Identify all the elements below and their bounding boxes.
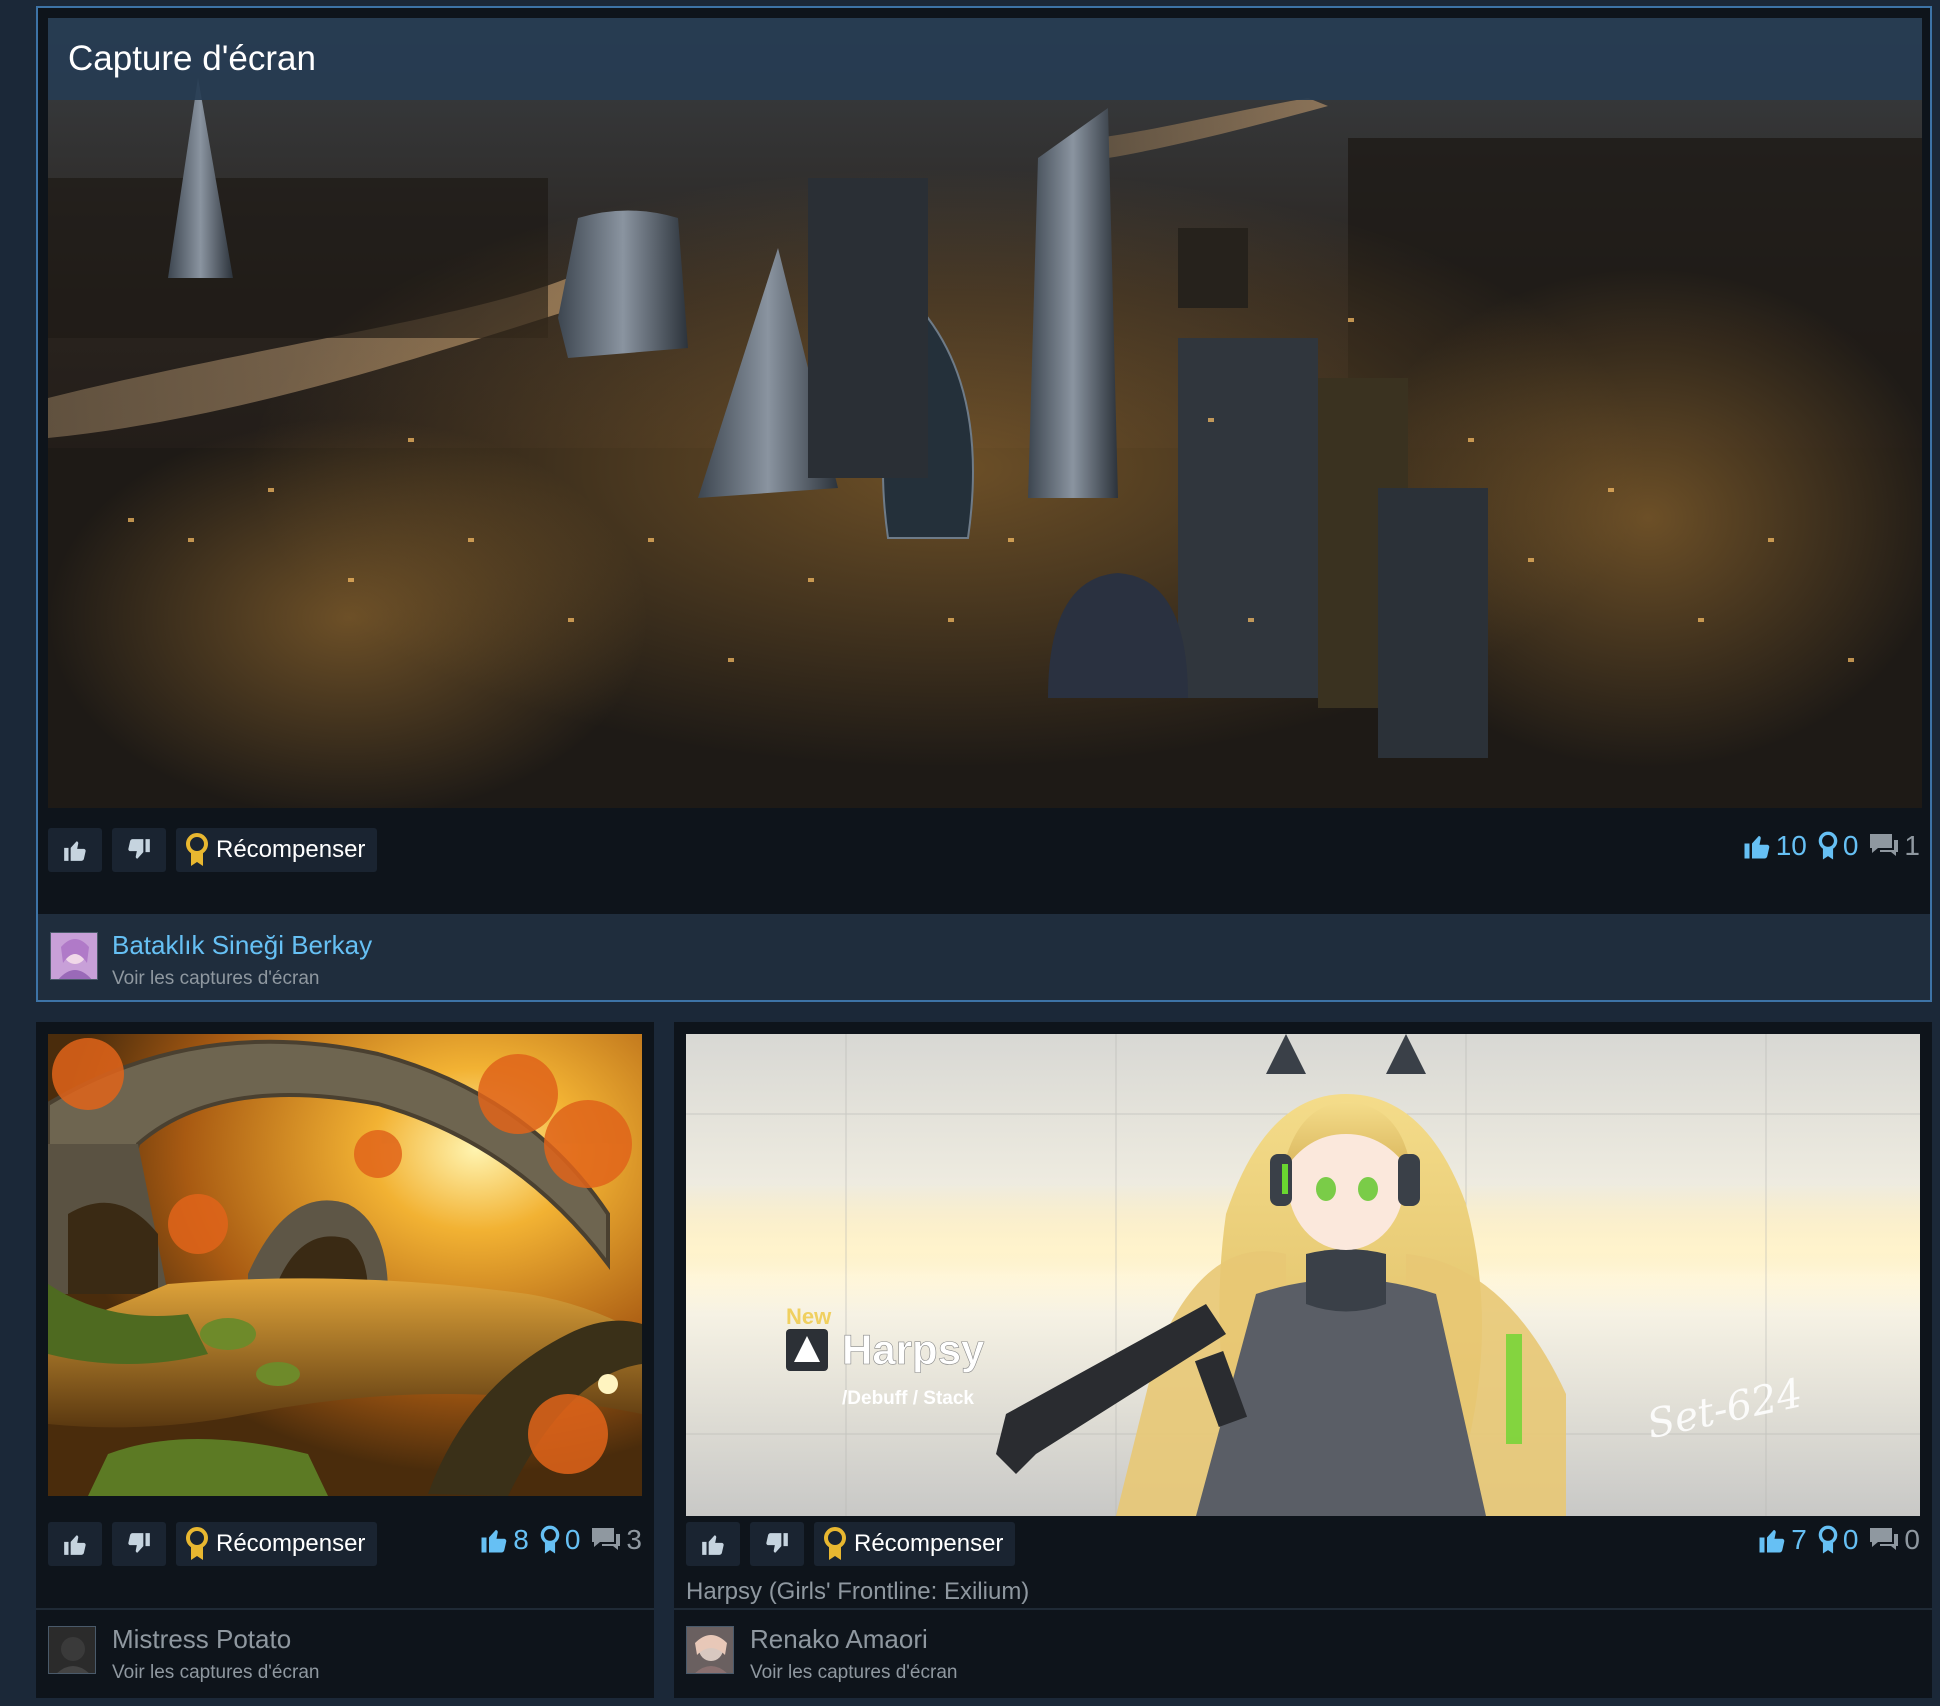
featured-actions: Récompenser [48, 828, 387, 872]
avatar[interactable] [686, 1626, 734, 1674]
featured-stats: 10 0 1 [1742, 830, 1920, 862]
award-icon [1818, 1525, 1838, 1554]
award-button[interactable]: Récompenser [176, 828, 378, 872]
comments-count: 0 [1904, 1524, 1920, 1555]
harpsy-new-badge: New [786, 1304, 832, 1329]
screenshot-image-autumn[interactable] [48, 1034, 642, 1496]
comments-count: 3 [626, 1524, 642, 1555]
autumn-stats: 8 0 3 [479, 1524, 642, 1556]
awards-count: 0 [1842, 1524, 1859, 1555]
thumbs-up-icon [1759, 1530, 1785, 1553]
thumbs-down-icon [128, 1533, 150, 1553]
thumbs-down-icon [766, 1533, 788, 1553]
view-screenshots-link[interactable]: Voir les captures d'écran [750, 1662, 957, 1684]
vote-up-button[interactable] [686, 1522, 740, 1566]
comment-icon [592, 1528, 621, 1550]
likes-count: 8 [513, 1524, 529, 1555]
awards-count: 0 [564, 1524, 581, 1555]
divider [674, 1608, 1932, 1610]
award-label: Récompenser [216, 1530, 366, 1557]
card-title: Capture d'écran [48, 18, 1922, 100]
harpsy-actions: Récompenser [686, 1522, 1025, 1566]
awards-count: 0 [1842, 830, 1859, 861]
thumbs-up-icon [1744, 836, 1770, 859]
screenshot-image-harpsy[interactable]: New Harpsy /Debuff / Stack Set-624 [686, 1034, 1920, 1516]
vote-down-button[interactable] [112, 828, 166, 872]
avatar[interactable] [48, 1626, 96, 1674]
vote-down-button[interactable] [750, 1522, 804, 1566]
award-button[interactable]: Récompenser [814, 1522, 1016, 1566]
autumn-actions: Récompenser [48, 1522, 387, 1566]
award-icon [186, 833, 208, 866]
author-name-link[interactable]: Bataklık Sineği Berkay [112, 930, 372, 961]
comment-icon [1870, 834, 1899, 856]
award-label: Récompenser [854, 1530, 1004, 1557]
vote-down-button[interactable] [112, 1522, 166, 1566]
award-button[interactable]: Récompenser [176, 1522, 378, 1566]
award-icon [186, 1527, 208, 1560]
author-name-link[interactable]: Mistress Potato [112, 1624, 291, 1655]
thumbs-up-icon [64, 841, 86, 861]
divider [36, 1608, 654, 1610]
view-screenshots-link[interactable]: Voir les captures d'écran [112, 1662, 319, 1684]
thumbs-up-icon [481, 1530, 507, 1553]
comments-count: 1 [1904, 830, 1920, 861]
author-name-link[interactable]: Renako Amaori [750, 1624, 928, 1655]
screenshot-card-harpsy: New Harpsy /Debuff / Stack Set-624 Récom… [674, 1022, 1932, 1698]
award-icon [824, 1527, 846, 1560]
harpsy-name-text: Harpsy [842, 1326, 985, 1373]
comment-icon [1870, 1528, 1899, 1550]
author-bar: Bataklık Sineği Berkay Voir les captures… [38, 914, 1930, 1000]
screenshot-caption: Harpsy (Girls' Frontline: Exilium) [686, 1578, 1030, 1605]
thumbs-down-icon [128, 839, 150, 859]
award-icon [540, 1525, 560, 1554]
featured-screenshot-card: Capture d'écran Récompenser 10 0 1 Batak… [36, 6, 1932, 1002]
harpsy-sub-text: /Debuff / Stack [842, 1388, 974, 1409]
avatar[interactable] [50, 932, 98, 980]
likes-count: 7 [1791, 1524, 1807, 1555]
award-label: Récompenser [216, 836, 366, 863]
screenshot-card-autumn: Récompenser 8 0 3 Mistress Potato Voir l… [36, 1022, 654, 1698]
view-screenshots-link[interactable]: Voir les captures d'écran [112, 968, 319, 990]
harpsy-stats: 7 0 0 [1757, 1524, 1920, 1556]
vote-up-button[interactable] [48, 1522, 102, 1566]
vote-up-button[interactable] [48, 828, 102, 872]
featured-screenshot-image[interactable] [48, 18, 1922, 808]
thumbs-up-icon [702, 1535, 724, 1555]
award-icon [1818, 831, 1838, 860]
thumbs-up-icon [64, 1535, 86, 1555]
likes-count: 10 [1775, 830, 1807, 861]
